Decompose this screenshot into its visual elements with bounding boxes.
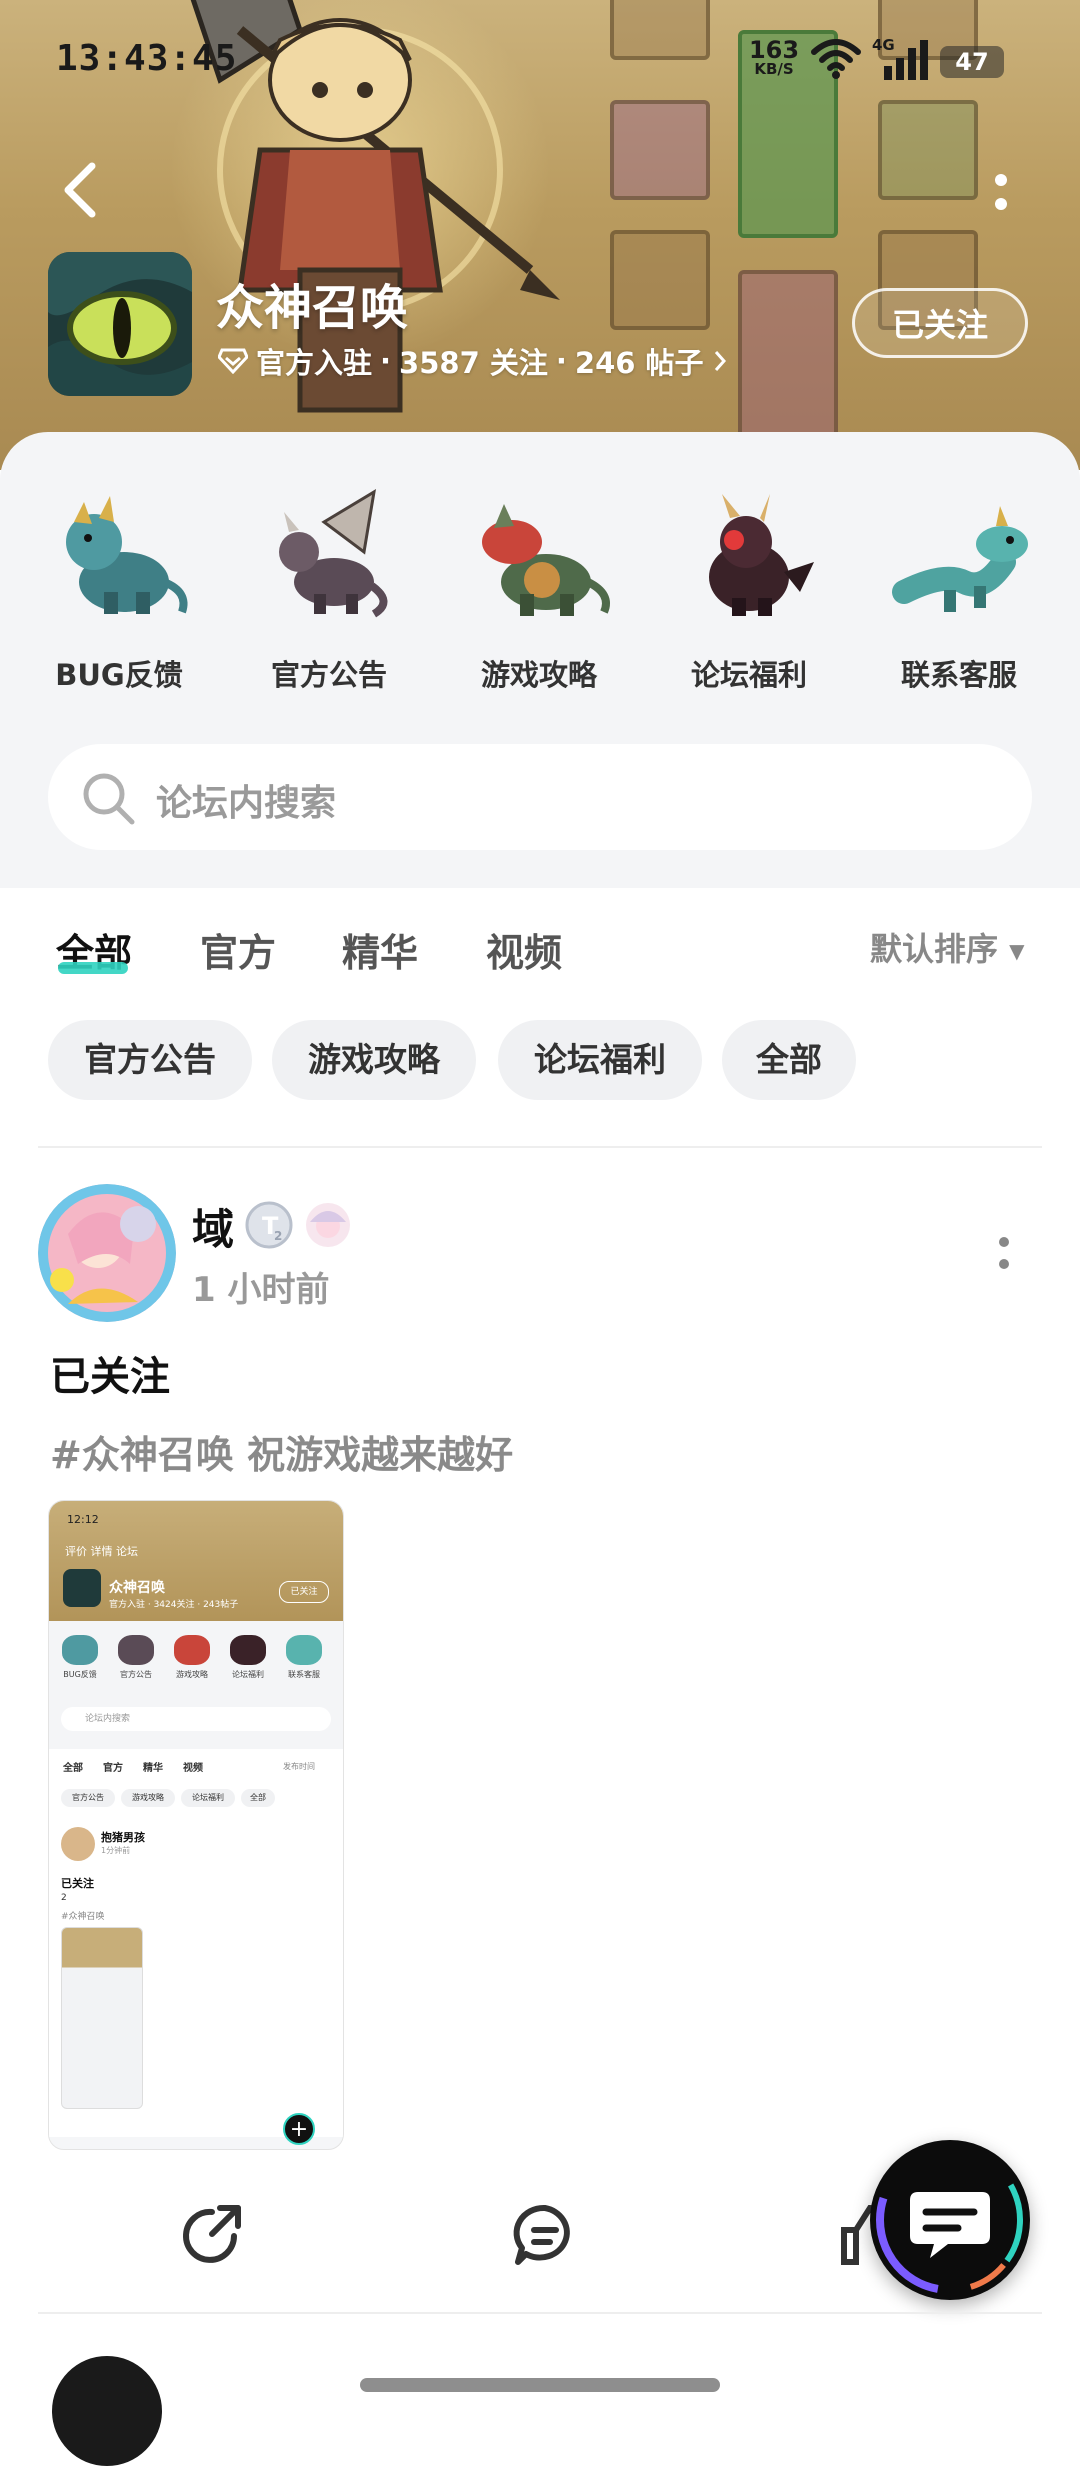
anime-badge-icon [306, 1203, 350, 1247]
chat-bubble-icon [876, 2146, 1024, 2294]
shortcut-bug-report[interactable]: BUG反馈 [24, 482, 214, 694]
network-speed: 163 KB/S [748, 36, 800, 78]
posts-count: 246 帖子 [574, 346, 704, 380]
comment-icon[interactable] [510, 2200, 580, 2270]
game-icon [48, 252, 192, 396]
tab-featured[interactable]: 精华 [342, 922, 418, 977]
back-icon[interactable] [52, 160, 112, 220]
chip-guide[interactable]: 游戏攻略 [272, 1020, 476, 1100]
share-icon[interactable] [176, 2200, 246, 2270]
level-badge-icon: T 2 [245, 1201, 293, 1249]
divider [38, 1146, 1042, 1148]
forum-search-bar[interactable]: 论坛内搜索 [48, 744, 1032, 850]
follow-button[interactable]: 已关注 [852, 288, 1028, 358]
shortcut-label: 游戏攻略 [480, 658, 597, 692]
sort-dropdown[interactable]: 默认排序 ▼ [870, 924, 1025, 970]
tab-video[interactable]: 视频 [486, 922, 562, 977]
next-post-avatar[interactable] [52, 2356, 162, 2466]
game-meta[interactable]: 官方入驻 · 3587 关注 · 246 帖子 [218, 340, 728, 382]
shortcut-welfare[interactable]: 论坛福利 [654, 482, 844, 694]
avatar[interactable] [38, 1184, 176, 1322]
diamond-verified-icon [218, 348, 248, 374]
shortcut-announcement[interactable]: 官方公告 [234, 482, 424, 694]
shortcut-support[interactable]: 联系客服 [864, 482, 1054, 694]
home-indicator[interactable] [360, 2378, 720, 2392]
battery-indicator: 47 [940, 46, 1004, 78]
post-more-icon[interactable] [994, 1234, 1014, 1274]
divider [38, 2312, 1042, 2314]
signal-icon [884, 40, 928, 80]
post-time: 1 小时前 [192, 1270, 330, 1310]
status-bar: 13:43:45 163 KB/S 4G 47 [0, 0, 1080, 120]
winged-dragon-icon [279, 489, 388, 618]
serpent-dragon-icon [892, 506, 1028, 612]
post-username[interactable]: 域 [192, 1196, 234, 1257]
chip-all[interactable]: 全部 [722, 1020, 856, 1100]
teal-dragon-icon [66, 496, 188, 614]
wifi-icon [811, 39, 861, 79]
status-time: 13:43:45 [56, 38, 238, 79]
chat-floating-button[interactable] [870, 2140, 1030, 2300]
chip-announcement[interactable]: 官方公告 [48, 1020, 252, 1100]
tab-official[interactable]: 官方 [200, 922, 276, 977]
search-placeholder: 论坛内搜索 [156, 783, 337, 824]
red-dragon-icon [482, 504, 610, 616]
official-label: 官方入驻 [256, 346, 373, 380]
shortcut-label: BUG反馈 [55, 658, 183, 692]
more-vertical-icon[interactable] [986, 170, 1016, 220]
post-title: 已关注 [50, 1354, 170, 1400]
search-icon [83, 773, 135, 825]
shortcut-label: 论坛福利 [690, 658, 807, 692]
post-hashtag[interactable]: #众神召唤 祝游戏越来越好 [50, 1424, 513, 1479]
post-image-screenshot[interactable]: 12:12 评价 详情 论坛 众神召唤 官方入驻 · 3424关注 · 243帖… [48, 1500, 344, 2150]
dark-dragon-icon [709, 494, 814, 616]
svg-text:2: 2 [274, 1229, 282, 1243]
shortcut-panel: BUG反馈 官方公告 游戏攻略 论坛福利 联系客服 论坛内搜索 [0, 432, 1080, 888]
forum-header: 13:43:45 163 KB/S 4G 47 众神召唤 官方入驻 · 3587… [0, 0, 1080, 470]
followers-count: 3587 关注 [399, 346, 548, 380]
chip-welfare[interactable]: 论坛福利 [498, 1020, 702, 1100]
chevron-right-icon [714, 351, 726, 371]
active-tab-indicator [58, 962, 128, 974]
game-title: 众神召唤 [216, 280, 409, 336]
shortcut-label: 联系客服 [900, 658, 1017, 692]
shortcut-label: 官方公告 [270, 658, 387, 692]
shortcut-guide[interactable]: 游戏攻略 [444, 482, 634, 694]
caret-down-icon: ▼ [1009, 939, 1025, 963]
